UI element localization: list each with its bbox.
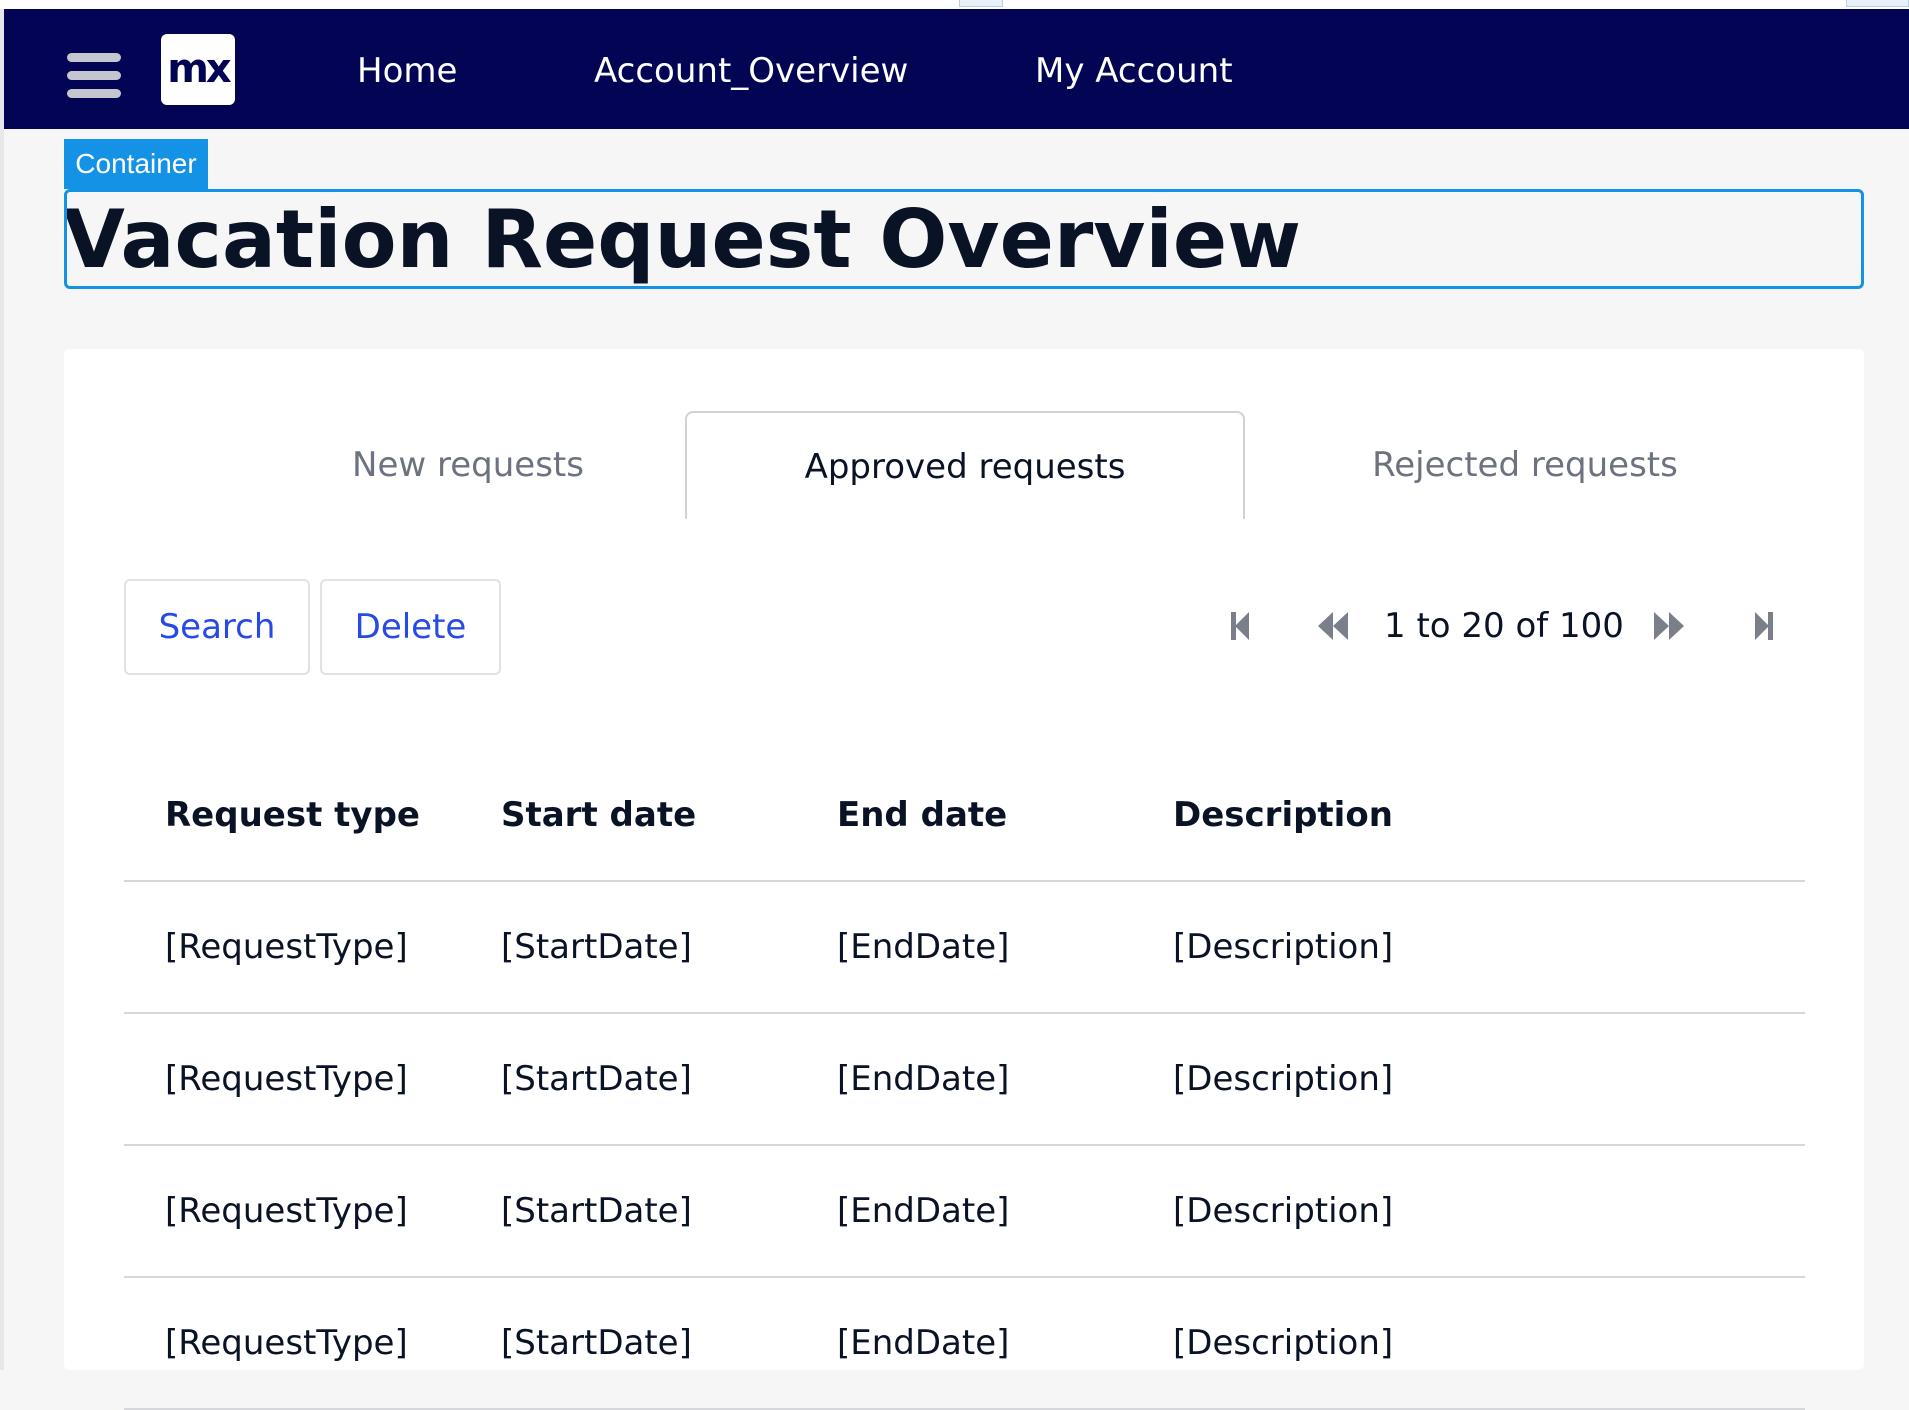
- cell-end-date: [EndDate]: [796, 881, 1132, 1014]
- cell-start-date: [StartDate]: [460, 1277, 796, 1410]
- cell-start-date: [StartDate]: [460, 1013, 796, 1146]
- table-row[interactable]: [RequestType] [StartDate] [EndDate] [Des…: [124, 1145, 1805, 1278]
- table-row[interactable]: [RequestType] [StartDate] [EndDate] [Des…: [124, 1277, 1805, 1410]
- column-header-end-date[interactable]: End date: [796, 749, 1132, 882]
- hamburger-menu-icon[interactable]: [67, 53, 121, 99]
- window-marker: [1846, 0, 1909, 7]
- cell-description: [Description]: [1132, 1013, 1805, 1146]
- next-icon[interactable]: [1648, 605, 1690, 647]
- mendix-logo: mx: [161, 34, 235, 105]
- cell-request-type: [RequestType]: [124, 881, 460, 1014]
- cell-end-date: [EndDate]: [796, 1277, 1132, 1410]
- cell-request-type: [RequestType]: [124, 1013, 460, 1146]
- delete-button[interactable]: Delete: [320, 579, 501, 675]
- nav-link-account-overview[interactable]: Account_Overview: [594, 49, 908, 93]
- left-edge: [0, 9, 4, 1370]
- table-header-row: Request type Start date End date Descrip…: [124, 749, 1805, 882]
- cell-start-date: [StartDate]: [460, 1145, 796, 1278]
- skip-last-icon[interactable]: [1743, 605, 1785, 647]
- requests-table: Request type Start date End date Descrip…: [124, 749, 1805, 1410]
- tab-new-requests[interactable]: New requests: [188, 411, 748, 519]
- cell-description: [Description]: [1132, 881, 1805, 1014]
- cell-start-date: [StartDate]: [460, 881, 796, 1014]
- container-selection-box[interactable]: Vacation Request Overview: [64, 189, 1864, 289]
- container-selection-label: Container: [64, 139, 208, 189]
- cell-request-type: [RequestType]: [124, 1277, 460, 1410]
- nav-link-my-account[interactable]: My Account: [1035, 49, 1233, 93]
- cell-description: [Description]: [1132, 1145, 1805, 1278]
- page-title: Vacation Request Overview: [64, 193, 1302, 286]
- pager-status: 1 to 20 of 100: [1384, 606, 1624, 646]
- cell-end-date: [EndDate]: [796, 1145, 1132, 1278]
- cell-description: [Description]: [1132, 1277, 1805, 1410]
- requests-card: New requests Approved requests Rejected …: [64, 349, 1864, 1410]
- skip-first-icon[interactable]: [1219, 605, 1261, 647]
- top-navbar: mx Home Account_Overview My Account: [4, 9, 1909, 129]
- search-button[interactable]: Search: [124, 579, 310, 675]
- table-row[interactable]: [RequestType] [StartDate] [EndDate] [Des…: [124, 881, 1805, 1014]
- cell-end-date: [EndDate]: [796, 1013, 1132, 1146]
- nav-link-home[interactable]: Home: [357, 49, 457, 93]
- column-header-description[interactable]: Description: [1132, 749, 1805, 882]
- cell-request-type: [RequestType]: [124, 1145, 460, 1278]
- tab-approved-requests[interactable]: Approved requests: [685, 411, 1245, 519]
- previous-icon[interactable]: [1312, 605, 1354, 647]
- column-header-request-type[interactable]: Request type: [124, 749, 460, 882]
- window-top-strip: [0, 0, 1909, 9]
- table-row[interactable]: [RequestType] [StartDate] [EndDate] [Des…: [124, 1013, 1805, 1146]
- window-marker: [959, 0, 1003, 7]
- tab-rejected-requests[interactable]: Rejected requests: [1245, 411, 1805, 519]
- column-header-start-date[interactable]: Start date: [460, 749, 796, 882]
